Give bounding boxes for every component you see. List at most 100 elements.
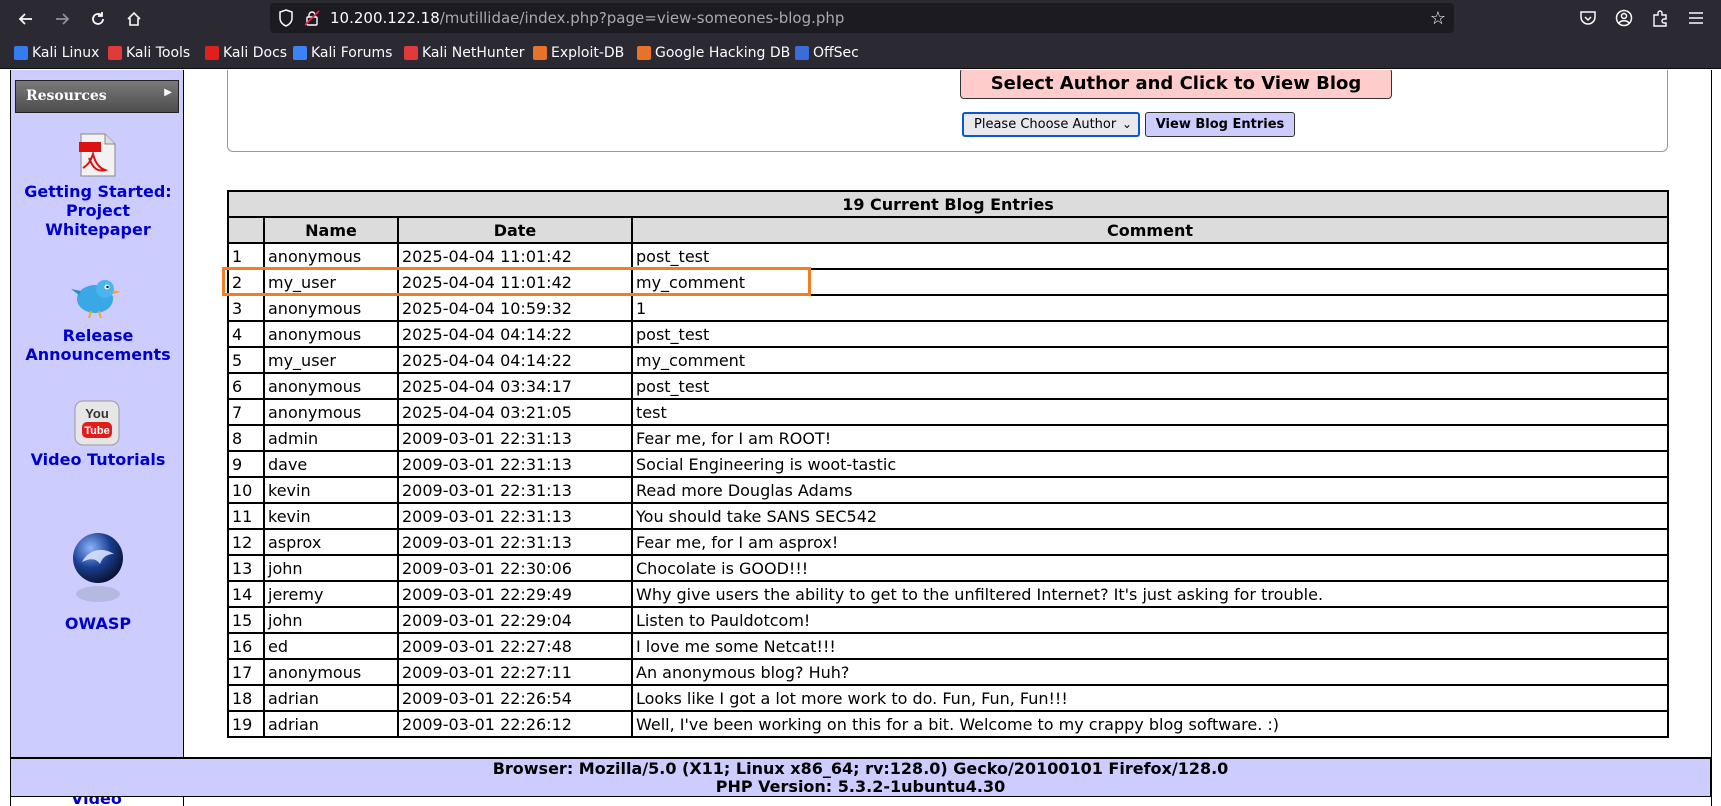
- name-cell: anonymous: [264, 321, 398, 347]
- bookmark-offsec[interactable]: OffSec: [795, 44, 859, 62]
- bookmark-kali-linux[interactable]: Kali Linux: [14, 44, 99, 62]
- kali-docs-icon: [205, 46, 219, 60]
- name-cell: asprox: [264, 529, 398, 555]
- url-path: /mutillidae/index.php?page=view-someones…: [439, 9, 845, 27]
- address-bar[interactable]: 10.200.122.18/mutillidae/index.php?page=…: [270, 3, 1454, 33]
- row-number-cell: 2: [228, 269, 264, 295]
- name-cell: anonymous: [264, 373, 398, 399]
- author-select-dropdown[interactable]: Please Choose Author ⌄: [962, 112, 1140, 137]
- comment-cell: I love me some Netcat!!!: [632, 633, 1668, 659]
- date-cell: 2009-03-01 22:31:13: [398, 425, 632, 451]
- hamburger-menu-icon[interactable]: [1684, 6, 1708, 30]
- name-cell: kevin: [264, 503, 398, 529]
- bookmark-label: Exploit-DB: [551, 45, 625, 61]
- row-number-cell: 6: [228, 373, 264, 399]
- pdf-icon[interactable]: [75, 132, 119, 178]
- video-tutorials-link[interactable]: Video Tutorials: [11, 450, 185, 469]
- account-icon[interactable]: [1612, 6, 1636, 30]
- comment-cell: post_test: [632, 373, 1668, 399]
- getting-started-link[interactable]: Getting Started: Project Whitepaper: [11, 182, 185, 239]
- row-number-cell: 9: [228, 451, 264, 477]
- name-cell: adrian: [264, 711, 398, 737]
- date-cell: 2009-03-01 22:26:54: [398, 685, 632, 711]
- url-text[interactable]: 10.200.122.18/mutillidae/index.php?page=…: [330, 9, 844, 27]
- twitter-bird-icon[interactable]: [71, 275, 123, 319]
- page-footer: Browser: Mozilla/5.0 (X11; Linux x86_64;…: [10, 757, 1711, 797]
- bookmark-label: Kali Docs: [223, 45, 288, 61]
- blog-rows: 1 anonymous 2025-04-04 11:01:42 post_test 2 m…: [228, 243, 1668, 737]
- blog-entries-table: 19 Current Blog Entries Name Date Commen…: [227, 190, 1669, 738]
- bookmark-kali-nethunter[interactable]: Kali NetHunter: [404, 44, 524, 62]
- view-blog-entries-button[interactable]: View Blog Entries: [1145, 112, 1295, 137]
- name-cell: adrian: [264, 685, 398, 711]
- name-cell: admin: [264, 425, 398, 451]
- bookmark-star-icon[interactable]: ☆: [1430, 8, 1446, 29]
- page-viewport: Resources ▶ Getting Started: Project Whi…: [0, 70, 1721, 806]
- bookmark-kali-forums[interactable]: Kali Forums: [293, 44, 392, 62]
- extensions-icon[interactable]: [1648, 6, 1672, 30]
- date-cell: 2025-04-04 03:34:17: [398, 373, 632, 399]
- row-number-cell: 14: [228, 581, 264, 607]
- youtube-icon[interactable]: You Tube: [74, 400, 120, 446]
- back-arrow-icon[interactable]: [12, 5, 40, 33]
- table-row: 11 kevin 2009-03-01 22:31:13 You should tak…: [228, 503, 1668, 529]
- column-header-number: [228, 217, 264, 243]
- name-cell: anonymous: [264, 399, 398, 425]
- comment-cell: Fear me, for I am asprox!: [632, 529, 1668, 555]
- pocket-icon[interactable]: [1576, 6, 1600, 30]
- forward-arrow-icon[interactable]: [48, 5, 76, 33]
- date-cell: 2009-03-01 22:27:11: [398, 659, 632, 685]
- comment-cell: Well, I've been working on this for a bi…: [632, 711, 1668, 737]
- name-cell: john: [264, 555, 398, 581]
- name-cell: dave: [264, 451, 398, 477]
- row-number-cell: 7: [228, 399, 264, 425]
- home-icon[interactable]: [120, 5, 148, 33]
- date-cell: 2025-04-04 11:01:42: [398, 269, 632, 295]
- date-cell: 2009-03-01 22:31:13: [398, 477, 632, 503]
- bookmark-kali-docs[interactable]: Kali Docs: [205, 44, 287, 62]
- tracking-shield-icon[interactable]: [278, 9, 294, 27]
- insecure-lock-icon[interactable]: [304, 10, 320, 26]
- owasp-link[interactable]: OWASP: [11, 614, 185, 633]
- date-cell: 2009-03-01 22:29:04: [398, 607, 632, 633]
- comment-cell: post_test: [632, 243, 1668, 269]
- svg-text:You: You: [85, 406, 109, 421]
- resources-label: Resources: [26, 88, 107, 104]
- comment-cell: Read more Douglas Adams: [632, 477, 1668, 503]
- bookmark-google-hacking-db[interactable]: Google Hacking DB: [637, 44, 790, 62]
- date-cell: 2009-03-01 22:31:13: [398, 503, 632, 529]
- bookmark-exploit-db[interactable]: Exploit-DB: [533, 44, 624, 62]
- table-row: 15 john 2009-03-01 22:29:04 Listen to Pauld…: [228, 607, 1668, 633]
- cut-off-link[interactable]: Video: [71, 797, 122, 806]
- row-number-cell: 10: [228, 477, 264, 503]
- bookmark-label: Kali Forums: [311, 45, 393, 61]
- row-number-cell: 18: [228, 685, 264, 711]
- date-cell: 2025-04-04 11:01:42: [398, 243, 632, 269]
- bookmark-label: Google Hacking DB: [655, 45, 791, 61]
- browser-version-text: Browser: Mozilla/5.0 (X11; Linux x86_64;…: [492, 759, 1229, 778]
- comment-cell: Looks like I got a lot more work to do. …: [632, 685, 1668, 711]
- table-row: 12 asprox 2009-03-01 22:31:13 Fear me, for …: [228, 529, 1668, 555]
- owasp-icon[interactable]: [72, 532, 124, 604]
- table-caption: 19 Current Blog Entries: [228, 191, 1668, 217]
- select-author-heading: Select Author and Click to View Blog: [960, 70, 1392, 99]
- bookmark-kali-tools[interactable]: Kali Tools: [108, 44, 190, 62]
- table-row: 13 john 2009-03-01 22:30:06 Chocolate is GO…: [228, 555, 1668, 581]
- bookmarks-bar: Kali Linux Kali Tools Kali Docs Kali For…: [0, 37, 1721, 69]
- table-row: 3 anonymous 2025-04-04 10:59:32 1: [228, 295, 1668, 321]
- chevron-down-icon: ⌄: [1121, 117, 1132, 131]
- resources-menu[interactable]: Resources ▶: [15, 80, 179, 113]
- reload-icon[interactable]: [84, 5, 112, 33]
- row-number-cell: 19: [228, 711, 264, 737]
- bookmark-label: Kali Tools: [126, 45, 191, 61]
- release-announcements-link[interactable]: Release Announcements: [11, 326, 185, 364]
- comment-cell: You should take SANS SEC542: [632, 503, 1668, 529]
- table-row: 14 jeremy 2009-03-01 22:29:49 Why give user…: [228, 581, 1668, 607]
- row-number-cell: 17: [228, 659, 264, 685]
- table-row: 9 dave 2009-03-01 22:31:13 Social Engineeri…: [228, 451, 1668, 477]
- menu-arrow-icon: ▶: [164, 87, 172, 98]
- table-row: 5 my_user 2025-04-04 04:14:22 my_comment: [228, 347, 1668, 373]
- name-cell: anonymous: [264, 659, 398, 685]
- name-cell: anonymous: [264, 243, 398, 269]
- comment-cell: Listen to Pauldotcom!: [632, 607, 1668, 633]
